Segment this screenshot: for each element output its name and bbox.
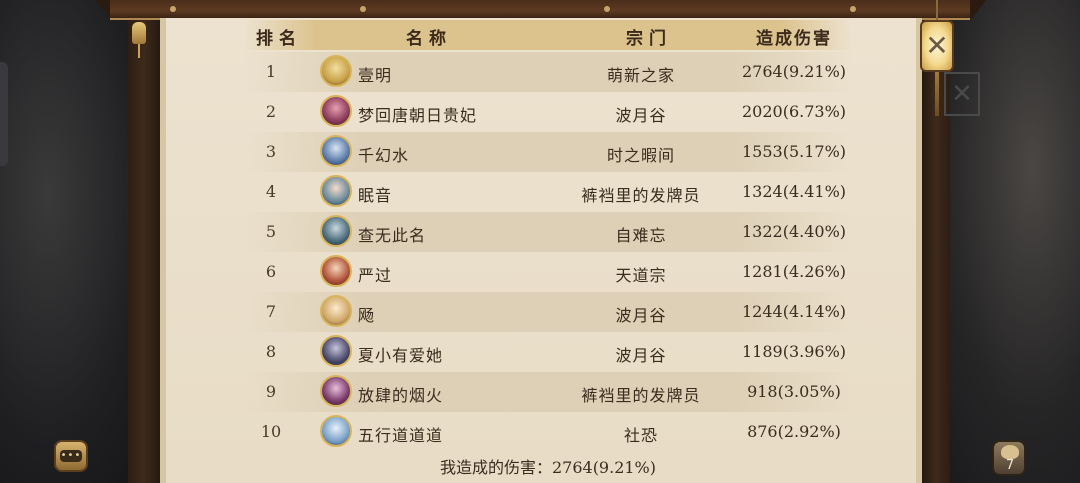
beam-stud [604, 6, 610, 12]
player-avatar[interactable] [320, 175, 352, 207]
player-avatar[interactable] [320, 95, 352, 127]
player-name: 千幻水 [358, 146, 410, 165]
player-name: 放肆的烟火 [358, 386, 444, 405]
rank-cell: 2 [265, 102, 277, 121]
player-name: 梦回唐朝日贵妃 [358, 106, 478, 125]
rank-cell: 10 [260, 422, 282, 441]
damage-cell: 2020(6.73%) [741, 102, 847, 121]
damage-cell: 1553(5.17%) [741, 142, 847, 161]
header-damage: 造成伤害 [756, 29, 832, 49]
close-button[interactable]: ✕ [920, 28, 954, 64]
header-sect: 宗门 [626, 29, 672, 49]
gift-count: 7 [1005, 458, 1015, 473]
rank-cell: 5 [265, 222, 277, 241]
table-row[interactable]: 9 放肆的烟火 裤裆里的发牌员 918(3.05%) [244, 372, 852, 412]
table-row[interactable]: 6 严过 天道宗 1281(4.26%) [244, 252, 852, 292]
player-avatar[interactable] [320, 135, 352, 167]
table-row[interactable]: 7 飏 波月谷 1244(4.14%) [244, 292, 852, 332]
lantern-tassel [935, 72, 939, 116]
table-row[interactable]: 4 眠音 裤裆里的发牌员 1324(4.41%) [244, 172, 852, 212]
player-name: 查无此名 [358, 226, 427, 245]
player-name: 夏小有爱她 [358, 346, 444, 365]
table-row[interactable]: 3 千幻水 时之暇间 1553(5.17%) [244, 132, 852, 172]
rank-cell: 6 [265, 262, 277, 281]
player-name: 眠音 [358, 186, 393, 205]
sect-cell: 时之暇间 [606, 146, 675, 165]
gift-button[interactable]: 7 [992, 440, 1026, 476]
damage-cell: 876(2.92%) [747, 422, 841, 441]
sect-cell: 社恐 [623, 426, 658, 445]
sect-cell: 裤裆里的发牌员 [581, 186, 701, 205]
gift-bag-icon [1001, 445, 1019, 459]
damage-cell: 918(3.05%) [747, 382, 841, 401]
beam-stud [850, 6, 856, 12]
rank-cell: 9 [265, 382, 277, 401]
damage-cell: 1281(4.26%) [741, 262, 847, 281]
beam-stud [170, 6, 176, 12]
table-row[interactable]: 5 查无此名 自难忘 1322(4.40%) [244, 212, 852, 252]
player-avatar[interactable] [320, 415, 352, 447]
table-row[interactable]: 2 梦回唐朝日贵妃 波月谷 2020(6.73%) [244, 92, 852, 132]
sect-cell: 波月谷 [615, 346, 667, 365]
damage-cell: 1324(4.41%) [741, 182, 847, 201]
table-row[interactable]: 8 夏小有爱她 波月谷 1189(3.96%) [244, 332, 852, 372]
player-name: 严过 [358, 266, 393, 285]
sect-cell: 天道宗 [615, 266, 667, 285]
chat-bubble-icon: ••• [60, 450, 82, 462]
damage-cell: 1189(3.96%) [741, 342, 847, 361]
chat-button[interactable]: ••• [54, 440, 88, 472]
sect-cell: 自难忘 [615, 226, 667, 245]
close-shadow-icon: ✕ [944, 72, 980, 116]
player-name: 飏 [358, 306, 376, 325]
header-name: 名称 [406, 29, 452, 49]
table-row[interactable]: 1 壹明 萌新之家 2764(9.21%) [244, 52, 852, 92]
beam-stud [360, 6, 366, 12]
rank-cell: 8 [265, 342, 277, 361]
sect-cell: 波月谷 [615, 106, 667, 125]
header-rank: 排名 [256, 29, 302, 49]
side-drawer-tab[interactable] [0, 62, 8, 166]
damage-cell: 2764(9.21%) [741, 62, 847, 81]
player-avatar[interactable] [320, 55, 352, 87]
bell-icon [132, 22, 146, 44]
damage-cell: 1244(4.14%) [741, 302, 847, 321]
rank-cell: 4 [265, 182, 277, 201]
table-row[interactable]: 10 五行道道道 社恐 876(2.92%) [244, 412, 852, 452]
wooden-pillar-left [128, 0, 160, 483]
lantern-rope [936, 0, 938, 20]
sect-cell: 裤裆里的发牌员 [581, 386, 701, 405]
sect-cell: 波月谷 [615, 306, 667, 325]
player-avatar[interactable] [320, 335, 352, 367]
player-name: 五行道道道 [358, 426, 444, 445]
bell-rope [138, 44, 140, 58]
player-avatar[interactable] [320, 375, 352, 407]
player-avatar[interactable] [320, 255, 352, 287]
player-name: 壹明 [358, 66, 393, 85]
my-damage-summary: 我造成的伤害：2764(9.21%) [439, 458, 657, 477]
sect-cell: 萌新之家 [606, 66, 675, 85]
rank-cell: 1 [265, 62, 277, 81]
player-avatar[interactable] [320, 295, 352, 327]
rank-cell: 3 [265, 142, 277, 161]
player-avatar[interactable] [320, 215, 352, 247]
top-wooden-beam [110, 0, 970, 20]
rank-cell: 7 [265, 302, 277, 321]
damage-cell: 1322(4.40%) [741, 222, 847, 241]
